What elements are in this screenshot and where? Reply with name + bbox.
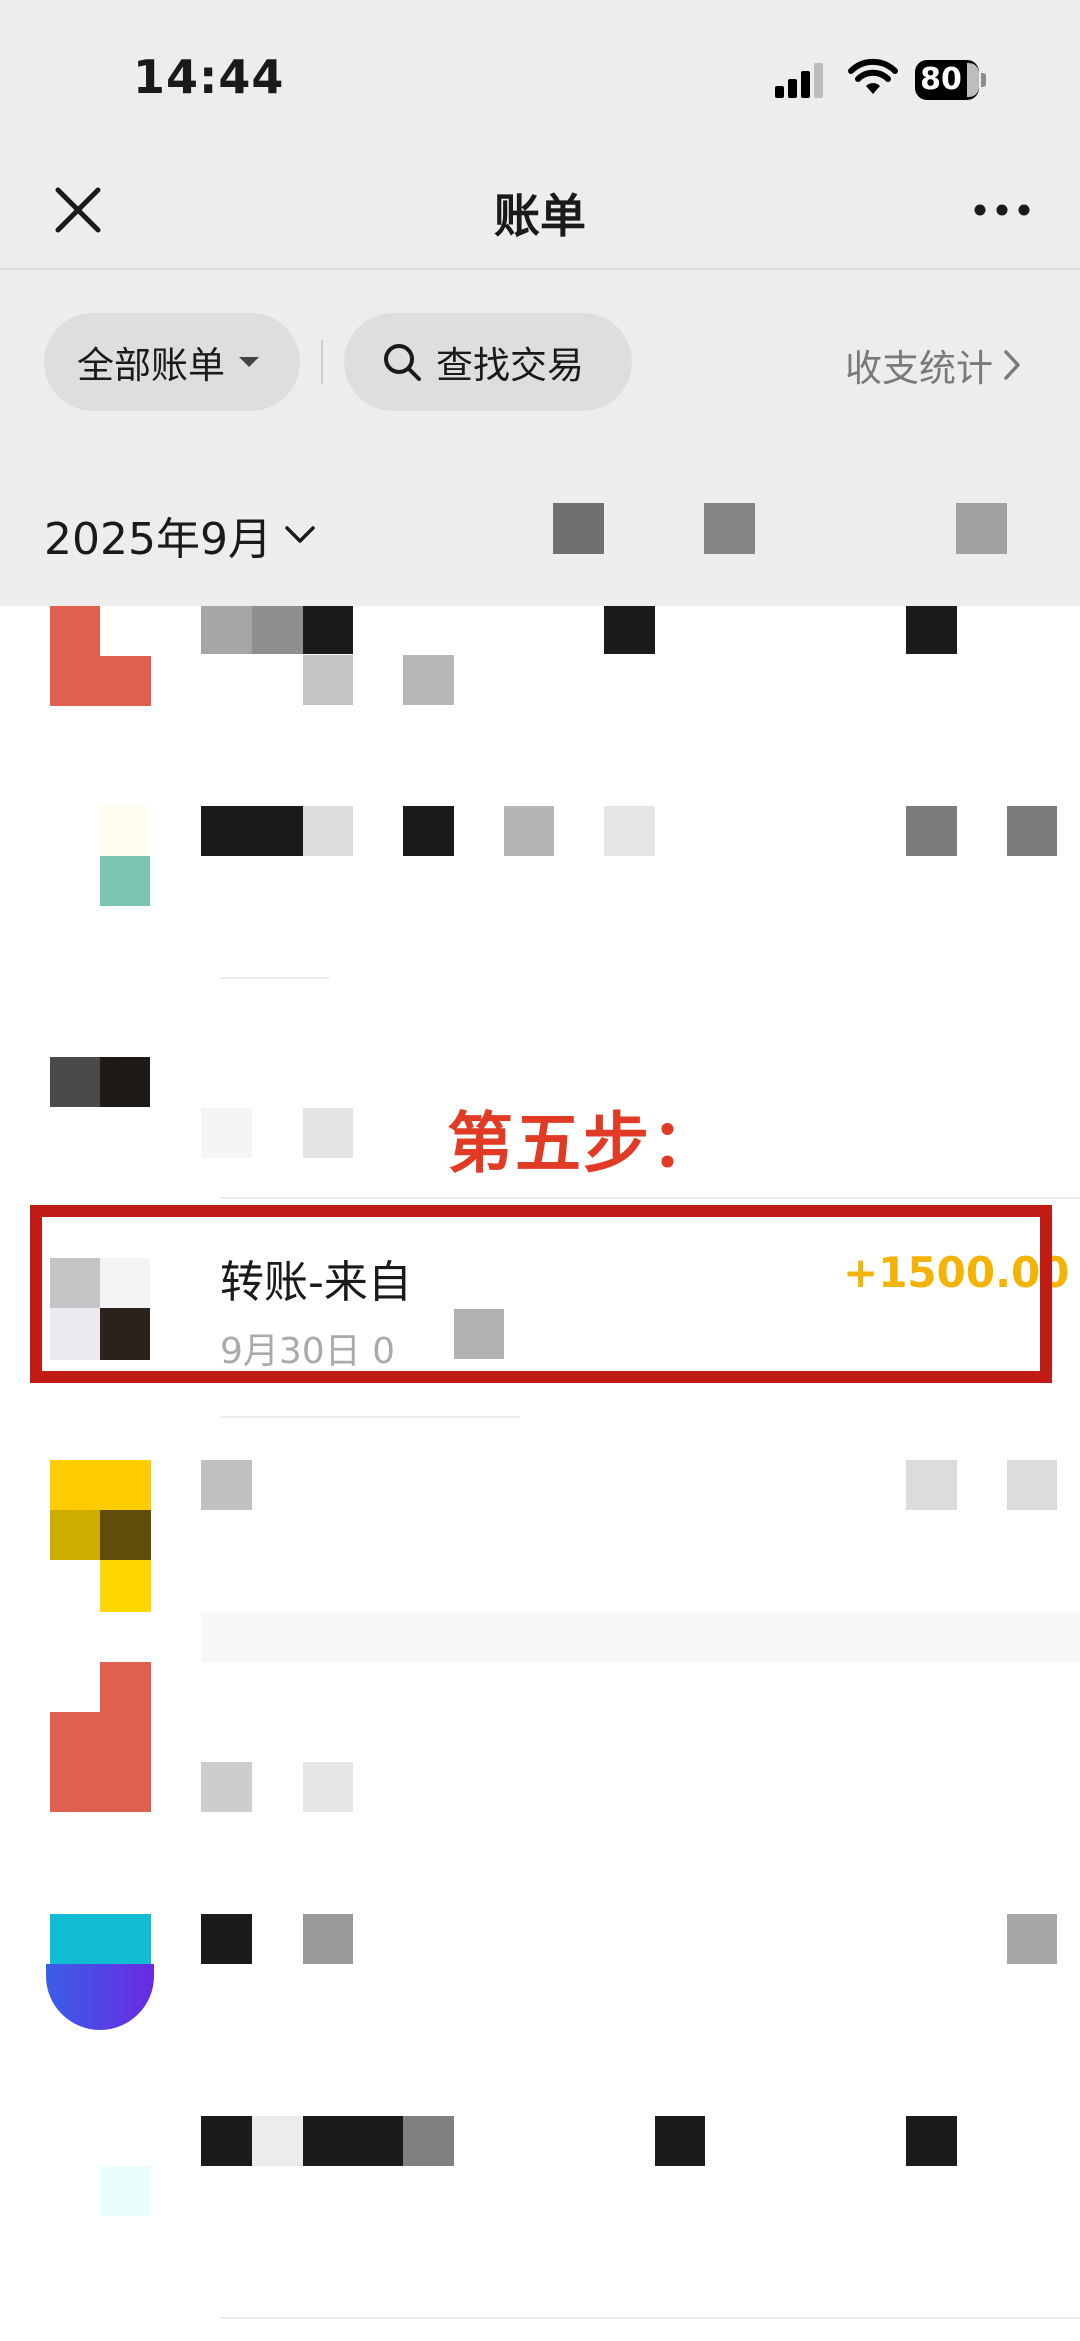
more-icon[interactable] — [972, 185, 1032, 235]
wifi-icon — [848, 58, 898, 94]
redacted-block — [201, 1914, 252, 1964]
redacted-block — [201, 1762, 252, 1812]
redacted-block — [604, 606, 655, 654]
dropdown-caret-icon — [239, 357, 259, 367]
month-label: 2025年9月 — [44, 514, 272, 565]
redacted-block — [1007, 806, 1057, 856]
merchant-avatar — [50, 1057, 100, 1107]
merchant-avatar — [50, 1510, 100, 1560]
battery-level: 80 — [920, 62, 962, 97]
row-divider — [201, 1612, 1080, 1662]
redacted-block — [303, 655, 353, 705]
chevron-down-icon — [285, 526, 315, 543]
merchant-avatar — [100, 1510, 151, 1560]
redacted-block — [252, 606, 303, 654]
redacted-block — [1007, 1914, 1057, 1964]
row-divider — [220, 1197, 1080, 1199]
redacted-block — [956, 503, 1007, 554]
chevron-right-icon — [1004, 350, 1020, 380]
redacted-block — [201, 1108, 252, 1158]
redacted-block — [403, 655, 454, 705]
redacted-block — [553, 503, 604, 554]
merchant-avatar — [50, 1914, 151, 1964]
redacted-block — [906, 806, 957, 856]
highlighted-transaction-row[interactable] — [30, 1205, 1052, 1383]
redacted-block — [906, 606, 957, 654]
income-expense-stats-link[interactable]: 收支统计 — [845, 338, 1021, 392]
redacted-block — [504, 806, 554, 856]
signal-icon — [775, 63, 823, 98]
redacted-block — [303, 806, 353, 856]
redacted-block — [201, 2116, 252, 2166]
redacted-block — [403, 806, 454, 856]
merchant-avatar — [100, 2166, 151, 2216]
row-divider — [220, 1416, 520, 1418]
redacted-block — [604, 806, 655, 856]
filter-divider — [321, 340, 323, 384]
redacted-block — [1007, 1460, 1057, 1510]
redacted-block — [906, 1460, 957, 1510]
merchant-avatar — [100, 1560, 151, 1612]
redacted-block — [704, 503, 755, 554]
row-divider — [220, 977, 330, 979]
redacted-block — [201, 606, 252, 654]
redacted-block — [303, 1108, 353, 1158]
all-bills-label: 全部账单 — [77, 344, 225, 387]
page-title: 账单 — [494, 189, 586, 243]
redacted-block — [303, 1914, 353, 1964]
status-time: 14:44 — [133, 50, 285, 104]
redacted-block — [201, 1460, 252, 1510]
step-annotation: 第五步： — [447, 1105, 719, 1182]
merchant-avatar — [46, 1964, 154, 2030]
redacted-block — [303, 1762, 353, 1812]
merchant-avatar — [100, 1662, 151, 1712]
merchant-avatar — [50, 606, 100, 656]
merchant-avatar — [50, 1460, 151, 1510]
row-divider — [220, 2317, 1080, 2319]
redacted-block — [201, 806, 303, 856]
stats-label: 收支统计 — [845, 347, 993, 390]
redacted-block — [906, 2116, 957, 2166]
merchant-avatar — [100, 806, 150, 856]
search-transactions-button[interactable]: 查找交易 — [344, 313, 632, 411]
merchant-avatar — [50, 656, 151, 706]
search-label: 查找交易 — [436, 344, 584, 387]
redacted-block — [303, 2116, 403, 2166]
merchant-avatar — [50, 1712, 151, 1812]
redacted-block — [252, 2116, 303, 2166]
redacted-block — [403, 2116, 454, 2166]
all-bills-filter[interactable]: 全部账单 — [44, 313, 300, 411]
merchant-avatar — [100, 856, 150, 906]
battery-icon: 80 — [915, 60, 987, 100]
redacted-block — [303, 606, 353, 654]
merchant-avatar — [100, 1057, 150, 1107]
month-selector[interactable]: 2025年9月 — [44, 503, 316, 567]
redacted-block — [655, 2116, 705, 2166]
search-icon — [384, 344, 421, 381]
